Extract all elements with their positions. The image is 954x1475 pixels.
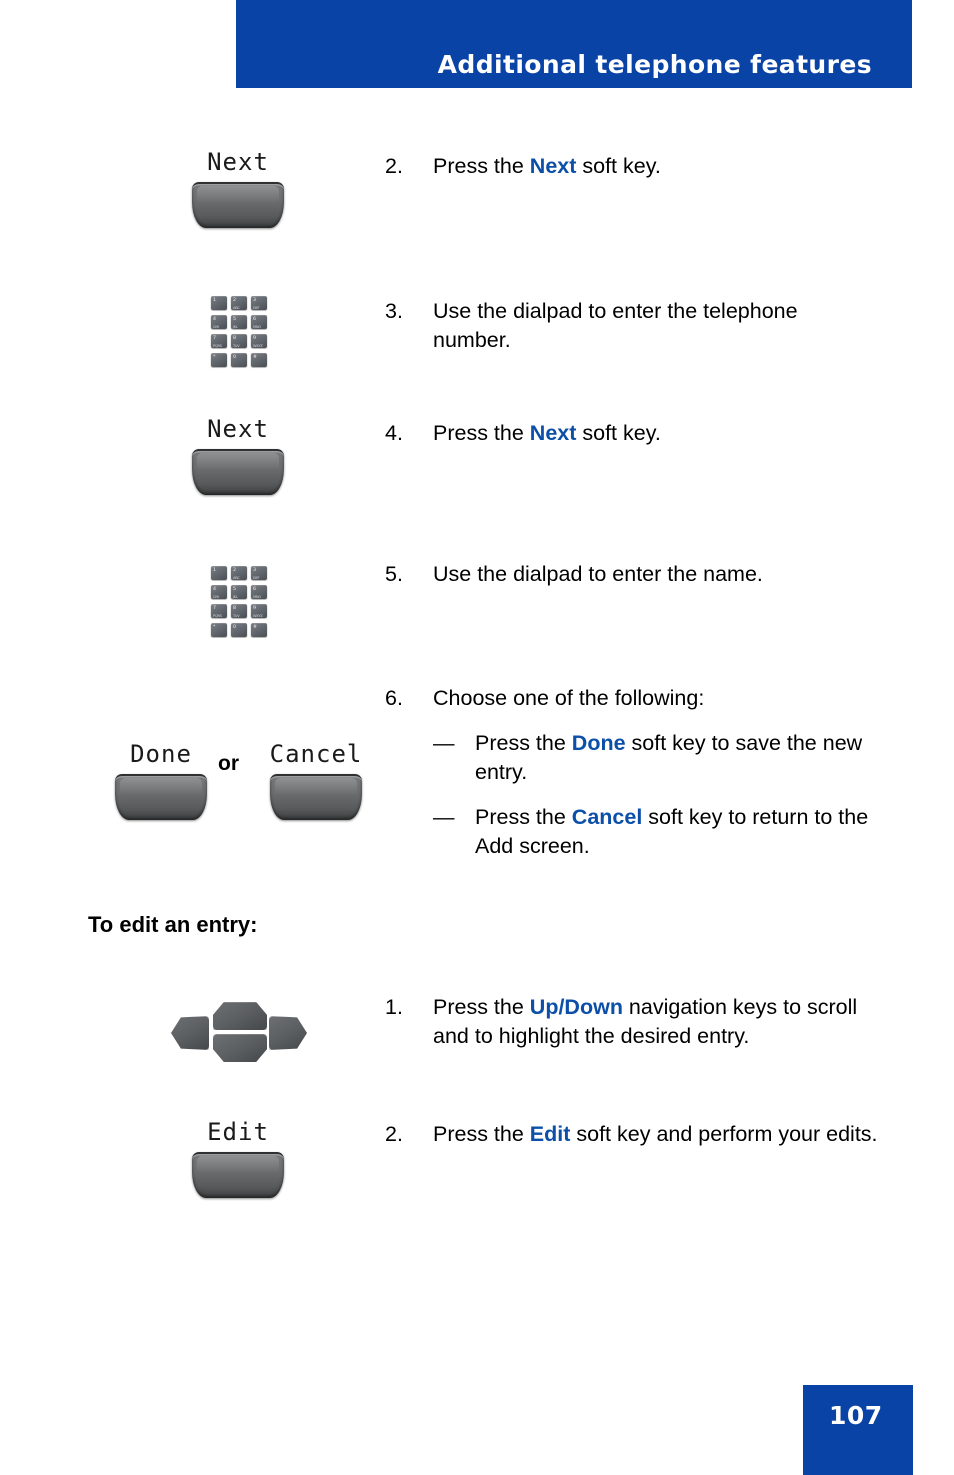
nav-right-icon[interactable] (269, 1016, 307, 1050)
dialpad-key-5: 5 JKL (231, 585, 247, 599)
softkey-done[interactable]: Done (86, 740, 236, 820)
dialpad-key-star: * (211, 623, 227, 637)
step-6-subitem-cancel-text: Press the Cancel soft key to return to t… (475, 805, 869, 858)
step-2-text: Press the Next soft key. (433, 154, 661, 178)
dialpad-key-pound: # (251, 623, 267, 637)
dialpad-key-pound: # (251, 353, 267, 367)
dialpad-key-4: 4 GHI (211, 585, 227, 599)
nav-down-icon[interactable] (213, 1034, 267, 1062)
step-5-text: Use the dialpad to enter the name. (433, 562, 763, 586)
step-4-number: 4. (385, 421, 403, 445)
dialpad-key-7: 7 PQRS (211, 334, 227, 348)
dialpad-key-1: 1 (211, 296, 227, 310)
edit-step-2-keyword: Edit (529, 1122, 571, 1146)
page-header-band: Additional telephone features (236, 0, 912, 88)
dialpad-key-3: 3 DEF (251, 566, 267, 580)
dialpad-key-5: 5 JKL (231, 315, 247, 329)
dialpad-key-4: 4 GHI (211, 315, 227, 329)
edit-step-1-text: Press the Up/Down navigation keys to scr… (433, 995, 858, 1048)
edit-step-2-text: Press the Edit soft key and perform your… (433, 1122, 878, 1146)
softkey-next-2-label: Next (207, 415, 269, 443)
dialpad-key-6: 6 MNO (251, 585, 267, 599)
step-6-subitem-cancel: — Press the Cancel soft key to return to… (433, 803, 885, 861)
dialpad-key-0: 0 (231, 623, 247, 637)
step-6-subitem-cancel-keyword: Cancel (571, 805, 643, 829)
nav-up-icon[interactable] (213, 1002, 267, 1030)
dialpad-key-8: 8 TUV (231, 334, 247, 348)
dialpad-key-9: 9 WXYZ (251, 604, 267, 618)
softkey-next-1-label: Next (207, 148, 269, 176)
step-3-number: 3. (385, 299, 403, 323)
step-5: 5. Use the dialpad to enter the name. (385, 560, 875, 589)
softkey-done-button[interactable] (115, 774, 207, 820)
dialpad-key-8: 8 TUV (231, 604, 247, 618)
softkey-done-label: Done (130, 740, 192, 768)
step-4-keyword: Next (529, 421, 577, 445)
step-6: 6. Choose one of the following: — Press … (385, 684, 885, 861)
softkey-edit-label: Edit (207, 1118, 269, 1146)
dialpad-key-9: 9 WXYZ (251, 334, 267, 348)
page-title: Additional telephone features (437, 50, 872, 79)
navigation-cluster-icon[interactable] (171, 1002, 307, 1064)
step-6-subitem-done-keyword: Done (571, 731, 626, 755)
softkey-next-1-button[interactable] (192, 182, 284, 228)
section-heading-edit-entry: To edit an entry: (88, 912, 258, 937)
step-6-number: 6. (385, 686, 403, 710)
dialpad-key-2: 2 ABC (231, 566, 247, 580)
edit-step-1-keyword: Up/Down (529, 995, 623, 1019)
page-number-box: 107 (803, 1385, 913, 1475)
edit-step-2: 2. Press the Edit soft key and perform y… (385, 1120, 885, 1149)
dialpad-key-2: 2 ABC (231, 296, 247, 310)
step-3-text: Use the dialpad to enter the telephone n… (433, 299, 798, 352)
softkey-cancel[interactable]: Cancel (241, 740, 391, 820)
step-6-subitem-done-text: Press the Done soft key to save the new … (475, 731, 863, 784)
dialpad-key-star: * (211, 353, 227, 367)
page-number: 107 (829, 1401, 883, 1430)
nav-left-icon[interactable] (171, 1016, 209, 1050)
softkey-next-2[interactable]: Next (163, 415, 313, 495)
step-2-number: 2. (385, 154, 403, 178)
step-2: 2. Press the Next soft key. (385, 152, 855, 181)
edit-step-1: 1. Press the Up/Down navigation keys to … (385, 993, 885, 1051)
softkey-next-1[interactable]: Next (163, 148, 313, 228)
dialpad-icon-2: 1 2 ABC 3 DEF 4 GHI 5 JKL 6 MNO 7 PQRS 8 TUV 9W… (211, 566, 267, 637)
em-dash-icon: — (433, 805, 455, 829)
dialpad-icon-1: 1 2 ABC 3 DEF 4 GHI 5 JKL 6 MNO 7 PQRS 8 TUV 9W… (211, 296, 267, 367)
step-4-text: Press the Next soft key. (433, 421, 661, 445)
softkey-edit[interactable]: Edit (163, 1118, 313, 1198)
step-3: 3. Use the dialpad to enter the telephon… (385, 297, 875, 355)
dialpad-key-1: 1 (211, 566, 227, 580)
edit-step-1-number: 1. (385, 995, 403, 1019)
dialpad-key-0: 0 (231, 353, 247, 367)
softkey-cancel-label: Cancel (269, 740, 363, 768)
softkey-edit-button[interactable] (192, 1152, 284, 1198)
step-6-text: Choose one of the following: (433, 686, 705, 710)
softkey-cancel-button[interactable] (270, 774, 362, 820)
or-separator-label: or (218, 752, 239, 775)
step-4: 4. Press the Next soft key. (385, 419, 855, 448)
softkey-next-2-button[interactable] (192, 449, 284, 495)
step-2-keyword: Next (529, 154, 577, 178)
em-dash-icon: — (433, 731, 455, 755)
step-6-subitem-done: — Press the Done soft key to save the ne… (433, 729, 885, 787)
dialpad-key-7: 7 PQRS (211, 604, 227, 618)
dialpad-key-6: 6 MNO (251, 315, 267, 329)
step-5-number: 5. (385, 562, 403, 586)
edit-step-2-number: 2. (385, 1122, 403, 1146)
dialpad-key-3: 3 DEF (251, 296, 267, 310)
